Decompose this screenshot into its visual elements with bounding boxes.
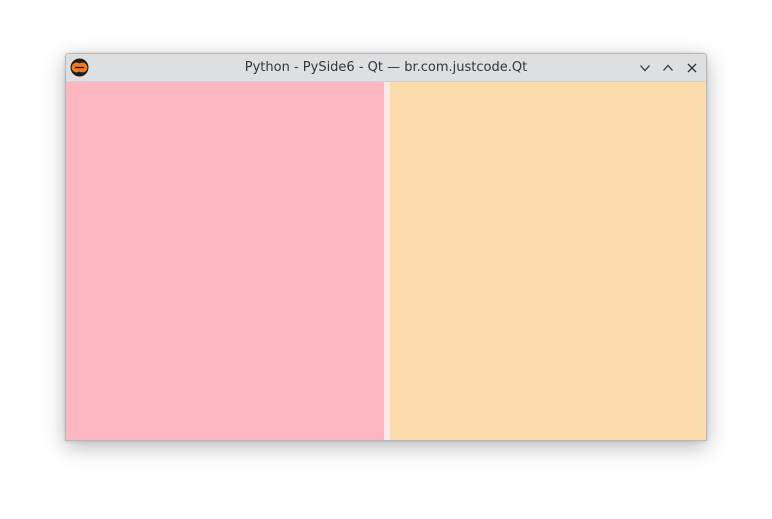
python-app-icon[interactable] (70, 58, 89, 77)
minimize-button[interactable] (636, 59, 654, 77)
window-title: Python - PySide6 - Qt — br.com.justcode.… (244, 60, 528, 75)
chevron-down-icon (640, 65, 650, 72)
close-icon (687, 63, 697, 73)
left-pane (66, 82, 384, 440)
app-window: Python - PySide6 - Qt — br.com.justcode.… (65, 53, 707, 441)
maximize-button[interactable] (659, 59, 677, 77)
close-button[interactable] (683, 59, 701, 77)
splitter-container (66, 82, 706, 440)
title-bar[interactable]: Python - PySide6 - Qt — br.com.justcode.… (66, 54, 706, 82)
chevron-up-icon (663, 64, 673, 71)
right-pane (390, 82, 706, 440)
